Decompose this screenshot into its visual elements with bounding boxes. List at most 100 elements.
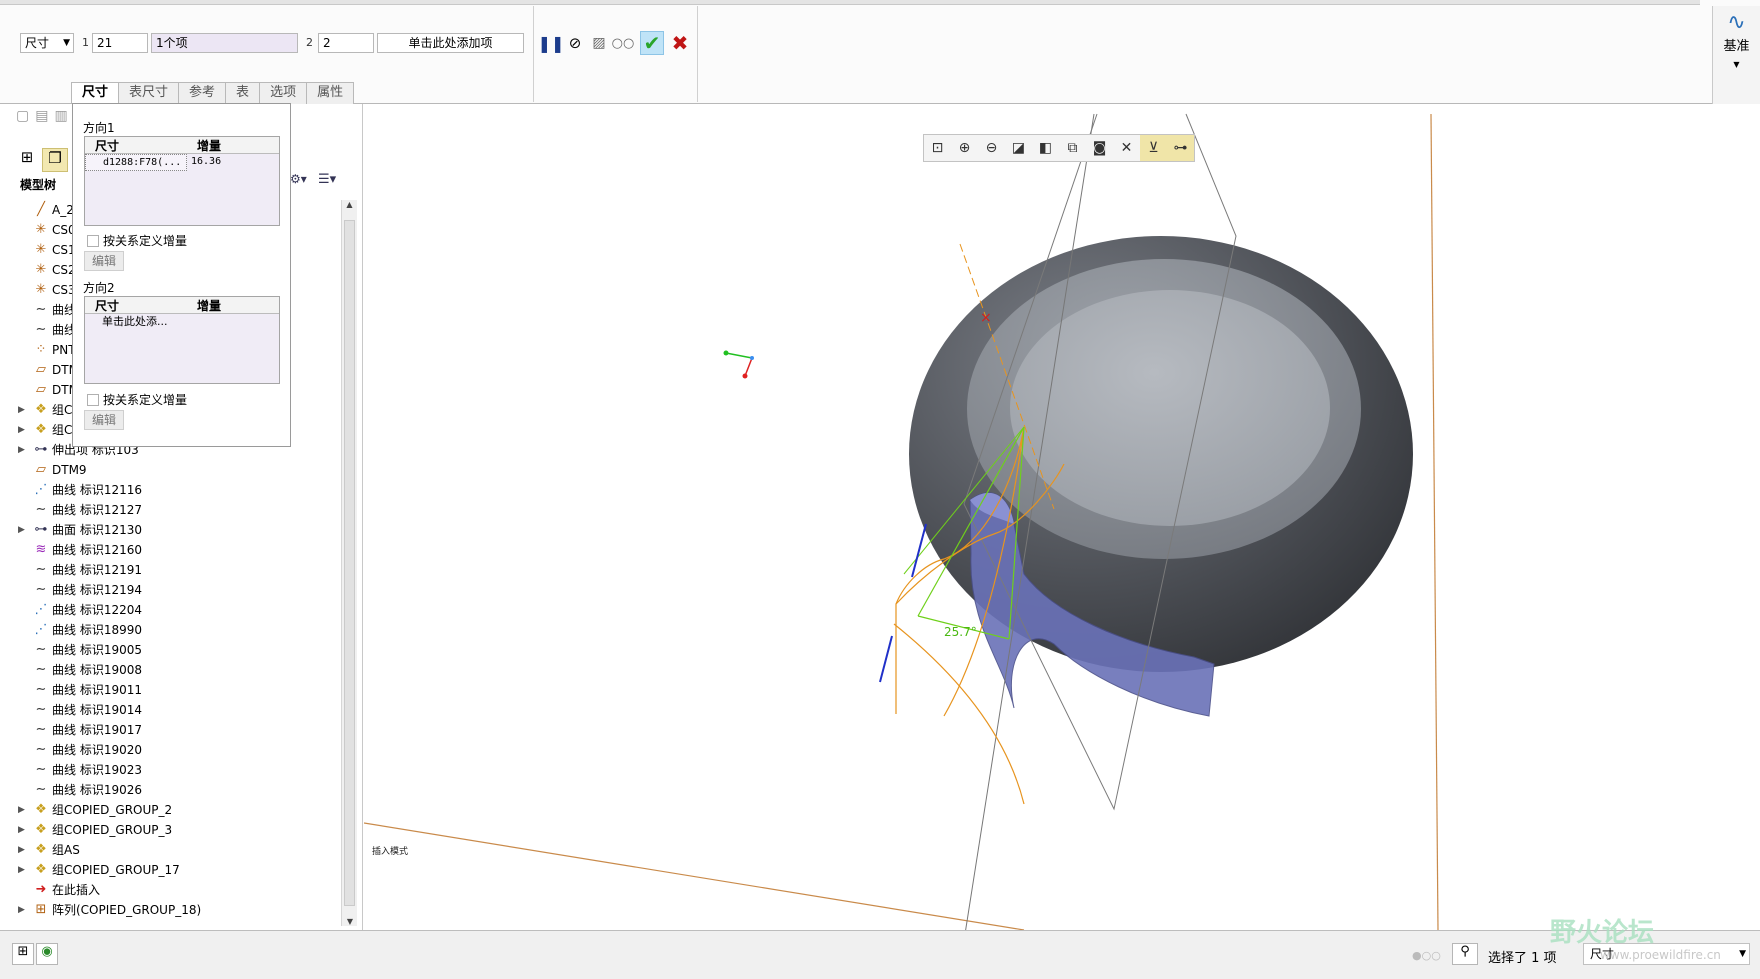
tree-item-label: 在此插入 (52, 883, 101, 897)
pattern-icon: ⊞ (35, 902, 47, 917)
csys-icon: ✳ (35, 242, 47, 257)
tree-item[interactable]: ➜ 在此插入 (8, 880, 346, 900)
tree-item[interactable]: ∼ 曲线 标识19005 (8, 640, 346, 660)
tab-table-dimensions[interactable]: 表尺寸 (118, 82, 180, 104)
tree-item[interactable]: ∼ 曲线 标识19014 (8, 700, 346, 720)
tree-item[interactable]: ∼ 曲线 标识12191 (8, 560, 346, 580)
pause-button[interactable]: ❚❚ (538, 31, 565, 55)
dir1-relation-checkbox[interactable]: 按关系定义增量 (87, 232, 187, 249)
model-tree-toggle-icon[interactable]: ⊞ (12, 943, 34, 965)
scroll-down-icon[interactable]: ▼ (342, 917, 358, 926)
tree-item[interactable]: ▶ ❖ 组COPIED_GROUP_3 (8, 820, 346, 840)
expand-arrow-icon[interactable]: ▶ (18, 520, 25, 540)
model-canvas[interactable]: × 25.7° 插入模式 (364, 104, 1760, 930)
tab-tables[interactable]: 表 (225, 82, 261, 104)
direction2-table[interactable]: 尺寸 增量 单击此处添... (84, 296, 280, 384)
cancel-button[interactable]: ✖ (668, 31, 692, 55)
tree-item[interactable]: ▶ ❖ 组COPIED_GROUP_17 (8, 860, 346, 880)
datum-display-button[interactable]: ✕ (1113, 135, 1140, 161)
tree-item-label: 曲线 标识12160 (52, 543, 142, 557)
glasses-preview-button[interactable]: ○○ (611, 31, 635, 55)
new-file-icon[interactable]: ▢ (16, 108, 29, 124)
tree-item[interactable]: ∼ 曲线 标识19026 (8, 780, 346, 800)
show-dropdown[interactable]: ☰▾ (318, 172, 336, 187)
saved-views-button[interactable]: ⧉ (1059, 135, 1086, 161)
dir1-items-collector[interactable]: 1个项 (151, 33, 298, 53)
tree-item[interactable]: ∼ 曲线 标识12194 (8, 580, 346, 600)
spin-center-button[interactable]: ⊶ (1167, 135, 1194, 161)
glasses-icon: ○○ (611, 35, 635, 51)
view-manager-button[interactable]: ◙ (1086, 135, 1113, 161)
hub-face[interactable] (1010, 290, 1330, 526)
refit-button[interactable]: ⊡ (924, 135, 951, 161)
checkbox-box[interactable] (87, 393, 99, 406)
expand-arrow-icon[interactable]: ▶ (18, 420, 25, 440)
chevron-down-icon: ▼ (1733, 60, 1740, 69)
angle-dimension-label[interactable]: 25.7° (944, 625, 977, 639)
dir2-relation-checkbox[interactable]: 按关系定义增量 (87, 391, 187, 408)
datum-plane-edge[interactable] (1430, 113, 1439, 930)
tab-properties[interactable]: 属性 (306, 82, 355, 104)
no-preview-button[interactable]: ⊘ (563, 31, 587, 55)
expand-arrow-icon[interactable]: ▶ (18, 440, 25, 460)
expand-arrow-icon[interactable]: ▶ (18, 900, 25, 920)
tree-scroll-thumb[interactable] (344, 220, 355, 906)
dir1-count-input[interactable]: 21 (92, 33, 148, 53)
checkbox-label: 按关系定义增量 (103, 234, 188, 248)
model-tree-tab-icon[interactable]: ⊞ (14, 148, 40, 172)
scroll-up-icon[interactable]: ▲ (342, 200, 357, 209)
tree-item[interactable]: ▶ ⊞ 阵列(COPIED_GROUP_18) (8, 900, 346, 920)
tree-item[interactable]: ▶ ❖ 组AS (8, 840, 346, 860)
datum-plane-edge[interactable] (364, 822, 1025, 930)
tree-item[interactable]: ∼ 曲线 标识19017 (8, 720, 346, 740)
expand-arrow-icon[interactable]: ▶ (18, 840, 25, 860)
settings-dropdown[interactable]: ⚙▾ (290, 172, 307, 186)
dir1-edit-button[interactable]: 编辑 (84, 251, 124, 271)
table-row[interactable]: d1288:F78(... 16.36 (85, 154, 279, 171)
tree-item[interactable]: ▱ DTM9 (8, 460, 346, 480)
checkbox-box[interactable] (87, 234, 99, 247)
tree-item[interactable]: ∼ 曲线 标识19008 (8, 660, 346, 680)
verify-mode-button[interactable]: ▨ (587, 31, 611, 55)
table-row[interactable]: 单击此处添... (85, 314, 279, 331)
tree-item[interactable]: ⋰ 曲线 标识18990 (8, 620, 346, 640)
expand-arrow-icon[interactable]: ▶ (18, 400, 25, 420)
tree-item[interactable]: ⋰ 曲线 标识12204 (8, 600, 346, 620)
pattern-type-select[interactable]: 尺寸 ▼ (20, 33, 74, 53)
tree-item[interactable]: ⋰ 曲线 标识12116 (8, 480, 346, 500)
group-icon: ❖ (35, 422, 47, 437)
display-style-button[interactable]: ◧ (1032, 135, 1059, 161)
tab-references[interactable]: 参考 (178, 82, 227, 104)
direction1-table[interactable]: 尺寸 增量 d1288:F78(... 16.36 (84, 136, 280, 226)
zoom-in-button[interactable]: ⊕ (951, 135, 978, 161)
layer-tree-tab-icon[interactable]: ❐ (42, 148, 68, 172)
dir2-edit-button[interactable]: 编辑 (84, 410, 124, 430)
expand-arrow-icon[interactable]: ▶ (18, 800, 25, 820)
row-increment[interactable]: 16.36 (187, 154, 221, 171)
tree-item[interactable]: ∼ 曲线 标识19020 (8, 740, 346, 760)
datum-curve[interactable] (879, 635, 893, 683)
find-binoculars-icon[interactable]: ⚲ (1452, 943, 1478, 965)
expand-arrow-icon[interactable]: ▶ (18, 820, 25, 840)
repaint-button[interactable]: ◪ (1005, 135, 1032, 161)
tree-item[interactable]: ≋ 曲线 标识12160 (8, 540, 346, 560)
dir2-count-input[interactable]: 2 (318, 33, 374, 53)
tree-item[interactable]: ∼ 曲线 标识19023 (8, 760, 346, 780)
tree-item[interactable]: ∼ 曲线 标识12127 (8, 500, 346, 520)
expand-arrow-icon[interactable]: ▶ (18, 860, 25, 880)
tree-scrollbar[interactable]: ▲ ▼ (341, 200, 357, 926)
annotation-display-button[interactable]: ⊻ (1140, 135, 1167, 161)
browser-toggle-icon[interactable]: ◉ (36, 943, 58, 965)
datum-button[interactable]: ∿ 基准 ▼ (1712, 6, 1760, 104)
tab-dimensions[interactable]: 尺寸 (71, 82, 120, 104)
save-icon[interactable]: ▥ (54, 108, 67, 124)
graphics-window[interactable]: × 25.7° 插入模式 ⊡ ⊕ ⊖ ◪ ◧ ⧉ ◙ ✕ ⊻ ⊶ (364, 104, 1760, 930)
tree-item[interactable]: ∼ 曲线 标识19011 (8, 680, 346, 700)
confirm-button[interactable]: ✔ (640, 31, 664, 55)
tree-item[interactable]: ▶ ⊶ 曲面 标识12130 (8, 520, 346, 540)
tree-item[interactable]: ▶ ❖ 组COPIED_GROUP_2 (8, 800, 346, 820)
open-folder-icon[interactable]: ▤ (35, 108, 48, 124)
tab-options[interactable]: 选项 (259, 82, 308, 104)
zoom-out-button[interactable]: ⊖ (978, 135, 1005, 161)
dir2-items-collector[interactable]: 单击此处添加项 (377, 33, 524, 53)
